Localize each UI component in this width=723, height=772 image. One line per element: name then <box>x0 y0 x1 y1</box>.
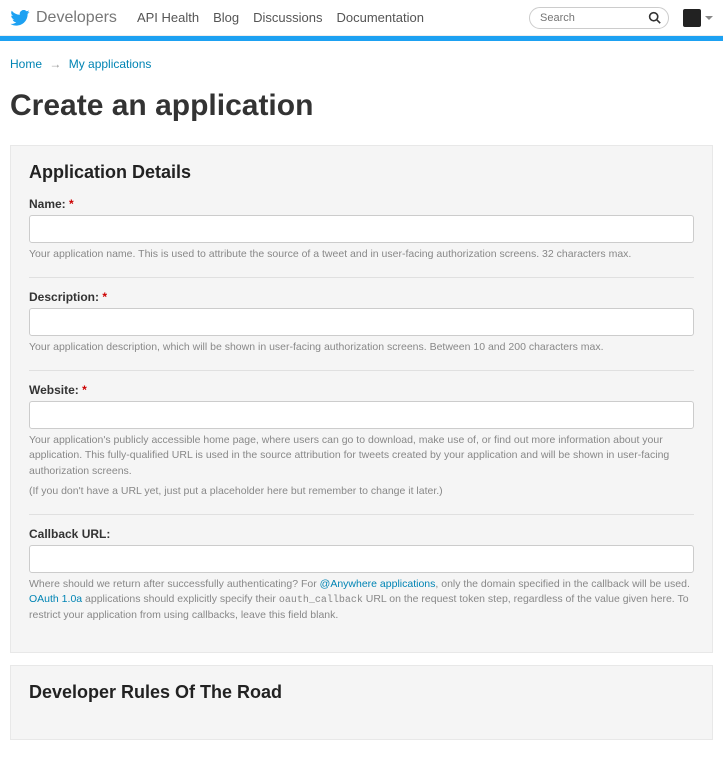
oauth-link[interactable]: OAuth 1.0a <box>29 593 82 605</box>
nav-discussions[interactable]: Discussions <box>253 10 322 25</box>
callback-field: Callback URL: Where should we return aft… <box>29 527 694 625</box>
search-icon <box>648 11 661 24</box>
required-mark: * <box>82 383 87 397</box>
website-input[interactable] <box>29 401 694 429</box>
nav-blog[interactable]: Blog <box>213 10 239 25</box>
description-helper: Your application description, which will… <box>29 340 694 356</box>
name-label: Name: * <box>29 197 694 211</box>
chevron-down-icon <box>705 16 713 20</box>
avatar <box>683 9 701 27</box>
search-wrap <box>529 7 669 29</box>
breadcrumb-home[interactable]: Home <box>10 57 42 71</box>
nav-documentation[interactable]: Documentation <box>336 10 423 25</box>
user-menu[interactable] <box>683 9 713 27</box>
required-mark: * <box>102 290 107 304</box>
breadcrumb-my-applications[interactable]: My applications <box>69 57 152 71</box>
main-container: Home → My applications Create an applica… <box>0 41 723 772</box>
developer-rules-heading: Developer Rules Of The Road <box>29 682 694 703</box>
website-helper-2: (If you don't have a URL yet, just put a… <box>29 484 694 500</box>
developer-rules-panel: Developer Rules Of The Road <box>10 665 713 740</box>
website-helper-1: Your application's publicly accessible h… <box>29 433 694 480</box>
name-helper: Your application name. This is used to a… <box>29 247 694 263</box>
page-title: Create an application <box>10 89 713 123</box>
application-details-panel: Application Details Name: * Your applica… <box>10 145 713 653</box>
required-mark: * <box>69 197 74 211</box>
name-field: Name: * Your application name. This is u… <box>29 197 694 263</box>
anywhere-applications-link[interactable]: @Anywhere applications <box>320 578 436 590</box>
callback-helper: Where should we return after successfull… <box>29 577 694 625</box>
brand-text: Developers <box>36 9 117 27</box>
divider <box>29 277 694 278</box>
top-nav: API Health Blog Discussions Documentatio… <box>137 10 424 25</box>
description-label: Description: * <box>29 290 694 304</box>
name-input[interactable] <box>29 215 694 243</box>
topbar: Developers API Health Blog Discussions D… <box>0 0 723 36</box>
twitter-bird-icon <box>10 10 30 26</box>
application-details-heading: Application Details <box>29 162 694 183</box>
divider <box>29 370 694 371</box>
callback-input[interactable] <box>29 545 694 573</box>
oauth-callback-code: oauth_callback <box>279 595 363 606</box>
nav-api-health[interactable]: API Health <box>137 10 199 25</box>
divider <box>29 514 694 515</box>
website-label: Website: * <box>29 383 694 397</box>
breadcrumb-arrow-icon: → <box>49 57 61 71</box>
brand[interactable]: Developers <box>10 9 117 27</box>
description-field: Description: * Your application descript… <box>29 290 694 356</box>
callback-label: Callback URL: <box>29 527 694 541</box>
breadcrumb: Home → My applications <box>10 57 713 71</box>
website-field: Website: * Your application's publicly a… <box>29 383 694 500</box>
description-input[interactable] <box>29 308 694 336</box>
